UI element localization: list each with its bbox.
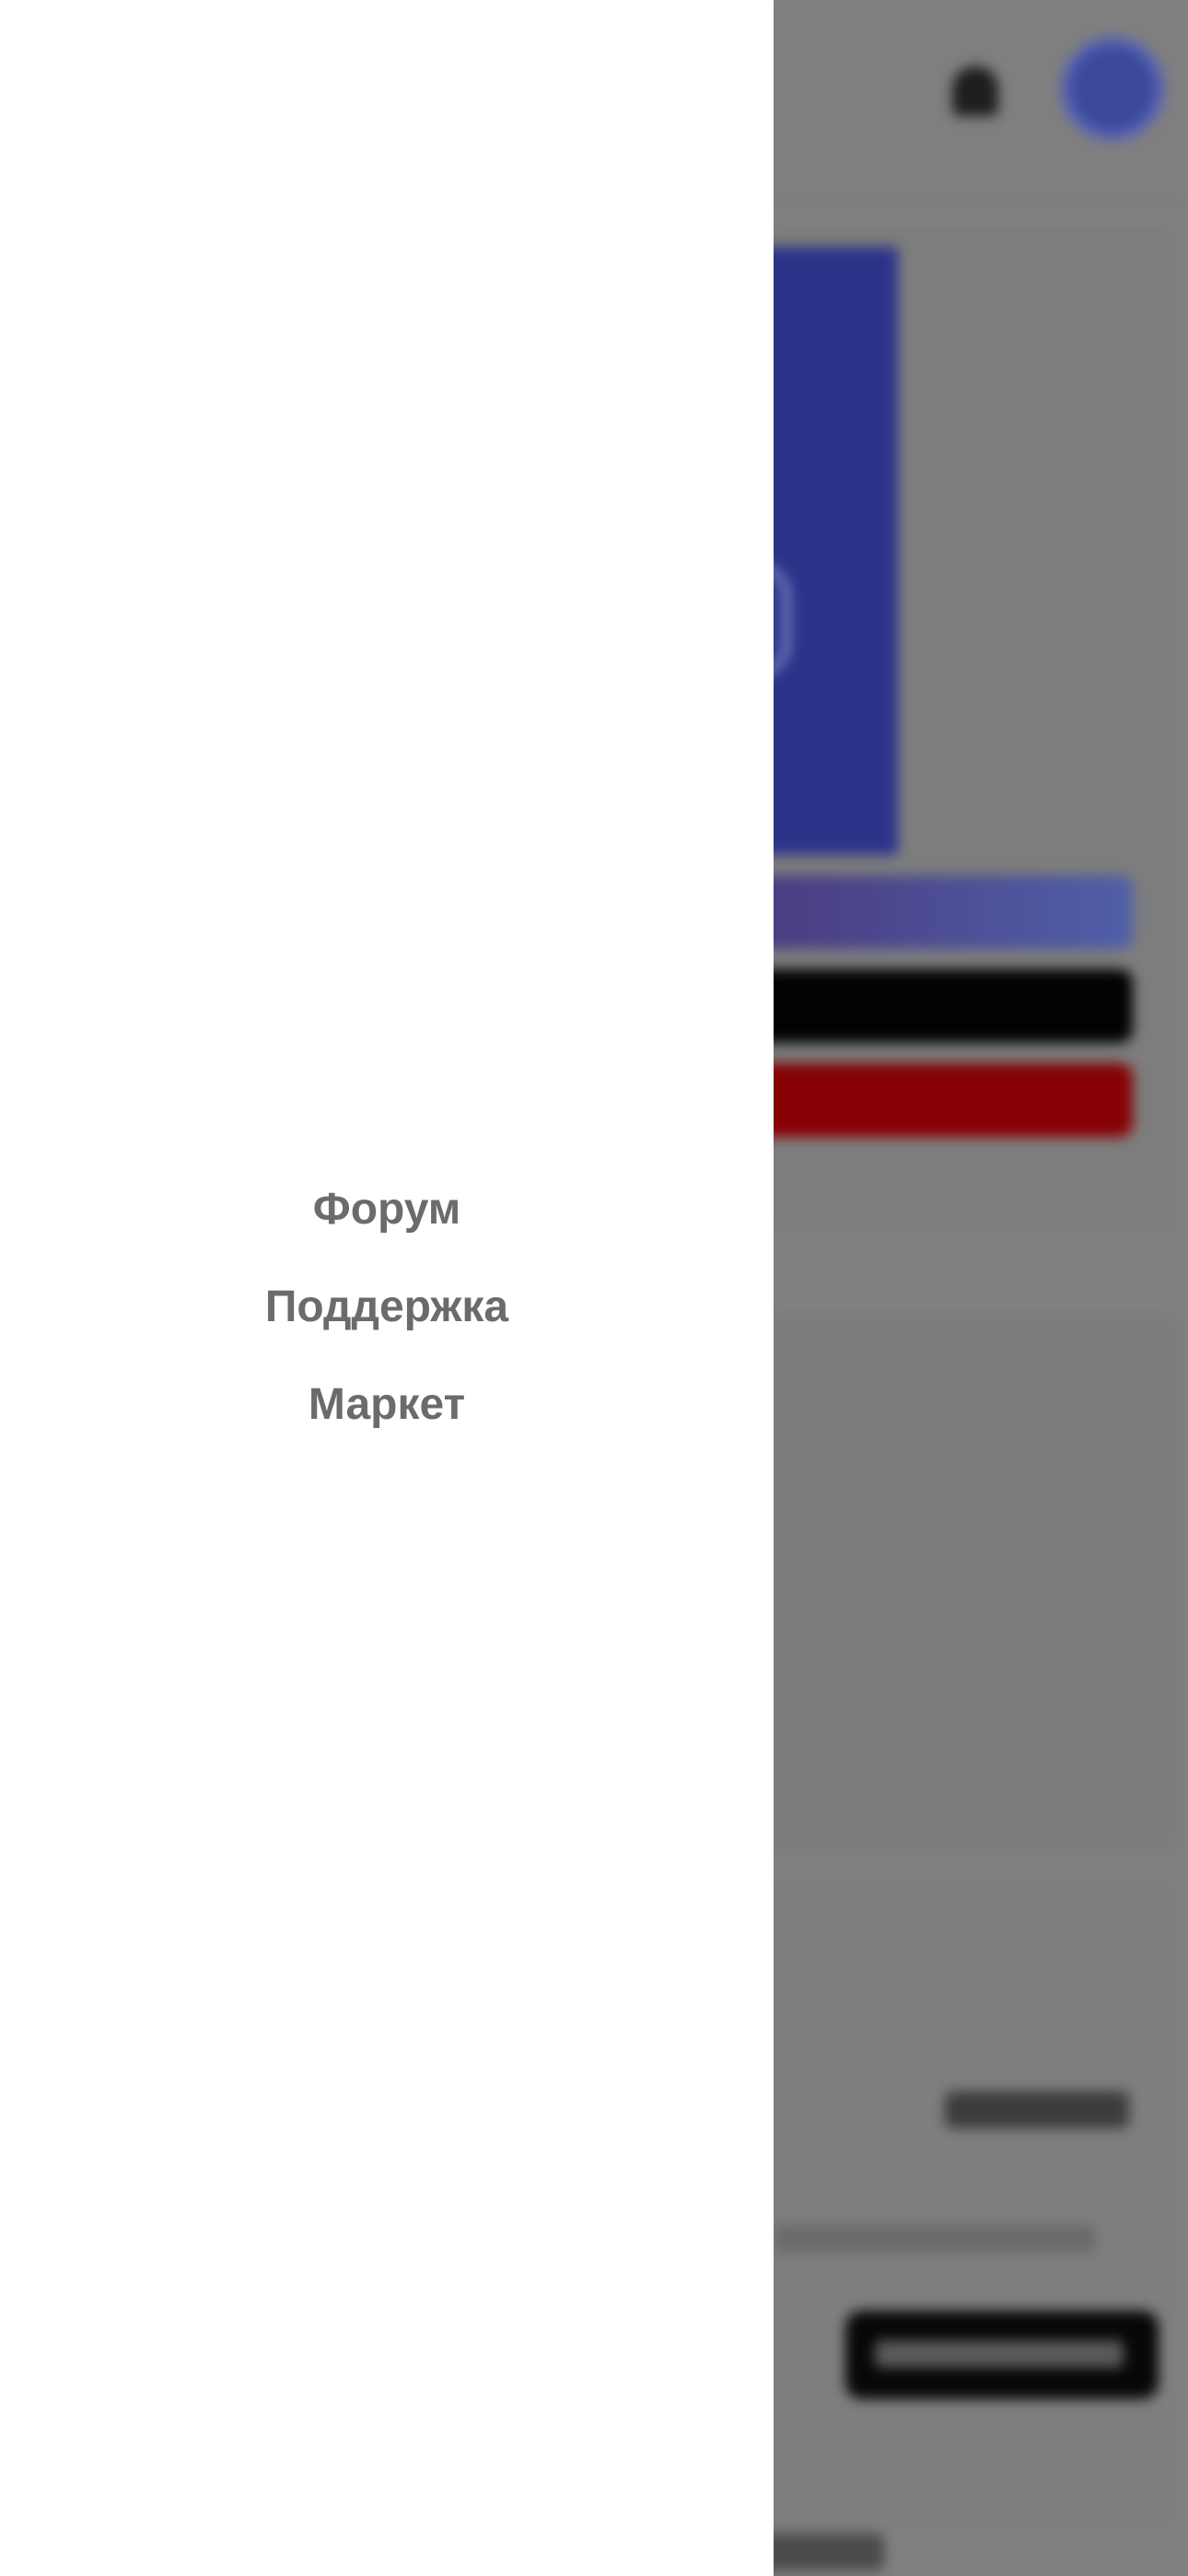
red-button (755, 1063, 1133, 1137)
app-screen: Форум Поддержка Маркет (0, 0, 1188, 2576)
blurred-text (774, 2225, 1096, 2253)
profile-banner (755, 247, 898, 855)
gradient-button (755, 875, 1133, 949)
content-block (755, 1308, 1182, 1856)
blurred-text (875, 2340, 1124, 2368)
blurred-text (945, 2091, 1129, 2128)
side-drawer: Форум Поддержка Маркет (0, 0, 774, 2576)
drawer-nav: Форум Поддержка Маркет (0, 1161, 774, 1454)
bell-icon (952, 66, 998, 116)
blurred-text (755, 2534, 884, 2570)
avatar (1061, 37, 1164, 140)
nav-item-forum[interactable]: Форум (295, 1161, 480, 1259)
black-button (755, 969, 1133, 1043)
nav-item-support[interactable]: Поддержка (247, 1259, 527, 1356)
nav-item-market[interactable]: Маркет (290, 1356, 483, 1454)
content-block (755, 1870, 1182, 2537)
